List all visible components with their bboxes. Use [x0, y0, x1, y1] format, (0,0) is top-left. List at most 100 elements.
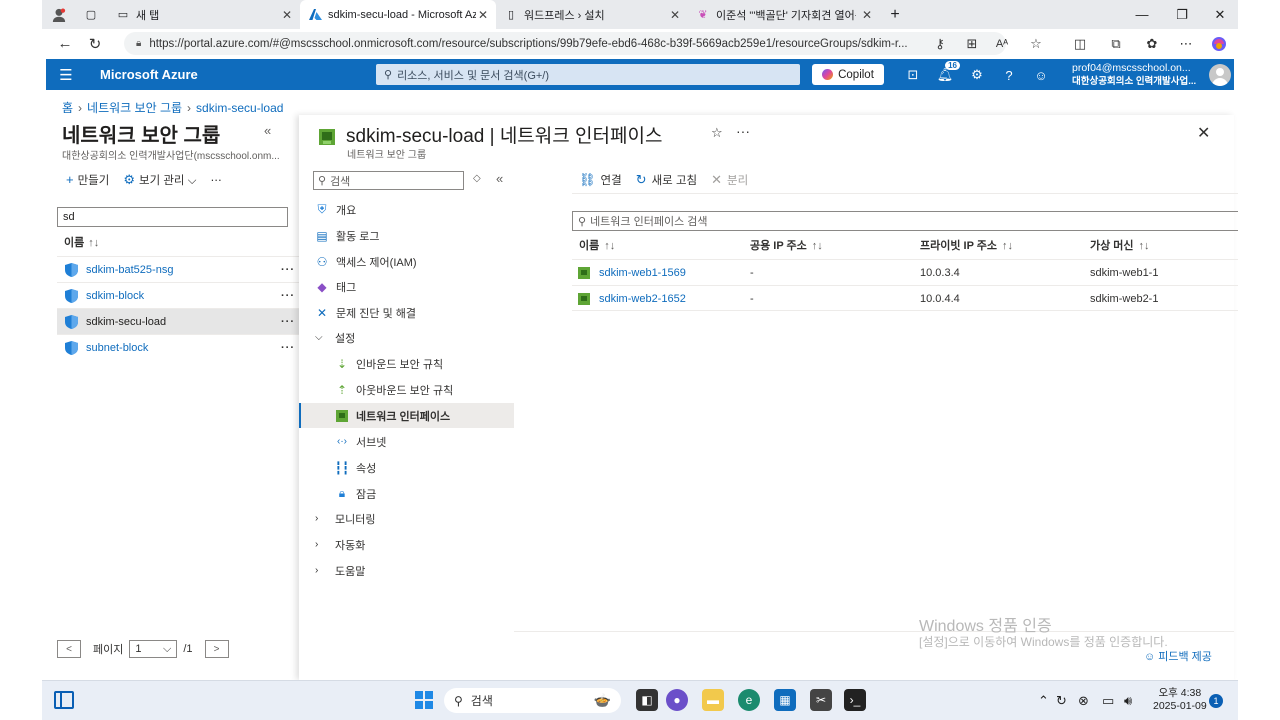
copilot-icon[interactable]	[1205, 29, 1233, 58]
view-manage-button[interactable]: ⚙ 보기 관리 ⌵	[123, 172, 196, 188]
menu-item-diagnose[interactable]: ✕ 문제 진단 및 해결	[299, 300, 514, 325]
folder-icon[interactable]: ▬	[702, 689, 724, 711]
close-icon[interactable]: ✕	[478, 8, 488, 22]
help-icon[interactable]: ?	[998, 65, 1020, 85]
menu-group-settings[interactable]: ⌵ 설정	[299, 325, 514, 350]
create-button[interactable]: + 만들기	[66, 172, 109, 188]
avatar[interactable]	[1209, 64, 1231, 86]
tab-new[interactable]: ▭ 새 탭 ✕	[108, 0, 300, 29]
column-header-public-ip[interactable]: 공용 IP 주소 ↑↓	[750, 237, 823, 253]
account-info[interactable]: prof04@mscsschool.on... 대한상공회의소 인력개발사업..…	[1072, 62, 1196, 88]
page-select[interactable]: 1 ⌵	[129, 640, 178, 658]
global-search-input[interactable]: ⚲ 리소스, 서비스 및 문서 검색(G+/)	[376, 64, 800, 85]
tab-actions-icon[interactable]: ▢	[74, 0, 108, 29]
notification-count-badge[interactable]: 1	[1209, 694, 1223, 708]
file-explorer-dark-icon[interactable]: ◧	[636, 689, 658, 711]
menu-item-tags[interactable]: ◆ 태그	[299, 274, 514, 299]
chevron-up-icon[interactable]: ⌃	[1038, 693, 1049, 709]
menu-item-activity-log[interactable]: ▤ 활동 로그	[299, 223, 514, 248]
favorite-star-icon[interactable]: ☆	[1022, 29, 1050, 58]
close-icon[interactable]: ✕	[1197, 123, 1210, 143]
url-field[interactable]: 🔒︎ https://portal.azure.com/#@mscsschool…	[124, 32, 1006, 55]
volume-icon[interactable]: 🔊︎	[1124, 693, 1132, 709]
prev-page-button[interactable]: <	[57, 640, 81, 658]
more-icon[interactable]: ···	[736, 123, 750, 139]
restore-button[interactable]: ❐	[1164, 0, 1200, 29]
list-item-selected[interactable]: sdkim-secu-load ···	[57, 308, 299, 334]
menu-item-inbound[interactable]: ⇣ 인바운드 보안 규칙	[299, 351, 514, 376]
menu-item-properties[interactable]: ┇┇ 속성	[299, 455, 514, 480]
nic-name-link[interactable]: sdkim-web1-1569	[578, 267, 686, 279]
read-aloud-icon[interactable]: Aᴬ	[988, 29, 1016, 58]
store-icon[interactable]: ▦	[774, 689, 796, 711]
cloud-shell-icon[interactable]: ⊡	[902, 65, 924, 85]
menu-group-monitoring[interactable]: › 모니터링	[299, 506, 514, 531]
menu-item-iam[interactable]: ⚇ 액세스 제어(IAM)	[299, 249, 514, 274]
close-icon[interactable]: ✕	[862, 8, 872, 22]
menu-item-locks[interactable]: 🔒︎ 잠금	[299, 481, 514, 506]
edge-icon[interactable]: e	[738, 689, 760, 711]
azure-brand[interactable]: Microsoft Azure	[100, 67, 198, 82]
more-icon[interactable]: ···	[281, 316, 295, 328]
breadcrumb-home[interactable]: 홈	[62, 101, 73, 115]
profile-icon[interactable]	[42, 0, 74, 29]
feedback-icon[interactable]: ☺	[1030, 65, 1052, 85]
column-header-vm[interactable]: 가상 머신 ↑↓	[1090, 237, 1150, 253]
notifications-icon[interactable]: 🔔︎ 16	[934, 61, 960, 85]
close-icon[interactable]: ✕	[670, 8, 680, 22]
nic-name-link[interactable]: sdkim-web2-1652	[578, 293, 686, 305]
refresh-button[interactable]: ↻	[80, 29, 110, 58]
new-tab-button[interactable]: +	[880, 0, 910, 29]
disconnect-button[interactable]: ✕ 분리	[711, 172, 748, 188]
task-view-icon[interactable]	[54, 691, 74, 709]
more-icon[interactable]: ⋯	[210, 173, 222, 187]
tab-wordpress[interactable]: ▯ 워드프레스 › 설치 ✕	[496, 0, 688, 29]
clock[interactable]: 오후 4:38 2025-01-09	[1153, 687, 1207, 713]
refresh-button[interactable]: ↻ 새로 고침	[636, 172, 697, 188]
chat-icon[interactable]: ●	[666, 689, 688, 711]
copilot-button[interactable]: Copilot	[812, 64, 884, 85]
expand-icon[interactable]: ◇	[473, 173, 481, 184]
close-circle-icon[interactable]: ⊗	[1078, 693, 1089, 709]
filter-input[interactable]: sd	[57, 207, 288, 227]
menu-item-network-interfaces[interactable]: 네트워크 인터페이스	[299, 403, 514, 428]
list-item[interactable]: sdkim-block ···	[57, 282, 299, 308]
nic-search-input[interactable]: ⚲ 네트워크 인터페이스 검색	[572, 211, 1238, 231]
sync-icon[interactable]: ↻	[1056, 693, 1067, 709]
split-screen-icon[interactable]: ◫	[1066, 29, 1094, 58]
display-icon[interactable]: ▭	[1102, 693, 1114, 709]
connect-button[interactable]: ⛓ 연결	[579, 172, 622, 188]
terminal-icon[interactable]: ›_	[844, 689, 866, 711]
more-icon[interactable]: ···	[281, 264, 295, 276]
favorite-star-icon[interactable]: ☆	[711, 125, 723, 141]
column-header-name[interactable]: 이름 ↑↓	[579, 237, 615, 253]
menu-item-overview[interactable]: ⛨ 개요	[299, 197, 514, 222]
more-icon[interactable]: ···	[281, 342, 295, 354]
back-button[interactable]: ←	[50, 29, 80, 58]
key-icon[interactable]: ⚷	[926, 29, 954, 58]
list-item[interactable]: sdkim-bat525-nsg ···	[57, 256, 299, 282]
settings-gear-icon[interactable]: ⚙	[966, 65, 988, 85]
taskbar-search[interactable]: ⚲ 검색 🍲	[444, 688, 621, 713]
column-header-name[interactable]: 이름 ↑↓	[64, 234, 99, 250]
menu-icon[interactable]: ☰	[46, 66, 86, 84]
menu-group-automation[interactable]: › 자동화	[299, 532, 514, 557]
breadcrumb-nsg[interactable]: 네트워크 보안 그룹	[87, 101, 182, 115]
menu-item-outbound[interactable]: ⇡ 아웃바운드 보안 규칙	[299, 377, 514, 402]
column-header-private-ip[interactable]: 프라이빗 IP 주소 ↑↓	[920, 237, 1013, 253]
menu-item-subnets[interactable]: ‹·› 서브넷	[299, 429, 514, 454]
start-button[interactable]	[415, 691, 433, 709]
collapse-icon[interactable]: «	[264, 123, 271, 138]
next-page-button[interactable]: >	[204, 640, 229, 658]
minimize-button[interactable]: —	[1124, 0, 1160, 29]
extensions-icon[interactable]: ✿	[1138, 29, 1166, 58]
close-icon[interactable]: ✕	[282, 8, 292, 22]
tab-azure[interactable]: sdkim-secu-load - Microsoft Azure ✕	[300, 0, 496, 29]
more-icon[interactable]: ···	[281, 290, 295, 302]
apps-icon[interactable]: ⊞	[958, 29, 986, 58]
menu-group-help[interactable]: › 도움말	[299, 558, 514, 583]
more-icon[interactable]: ⋯	[1172, 29, 1200, 58]
close-window-button[interactable]: ✕	[1202, 0, 1238, 29]
menu-search-input[interactable]: ⚲ 검색	[313, 171, 464, 190]
breadcrumb-resource[interactable]: sdkim-secu-load	[196, 101, 283, 115]
